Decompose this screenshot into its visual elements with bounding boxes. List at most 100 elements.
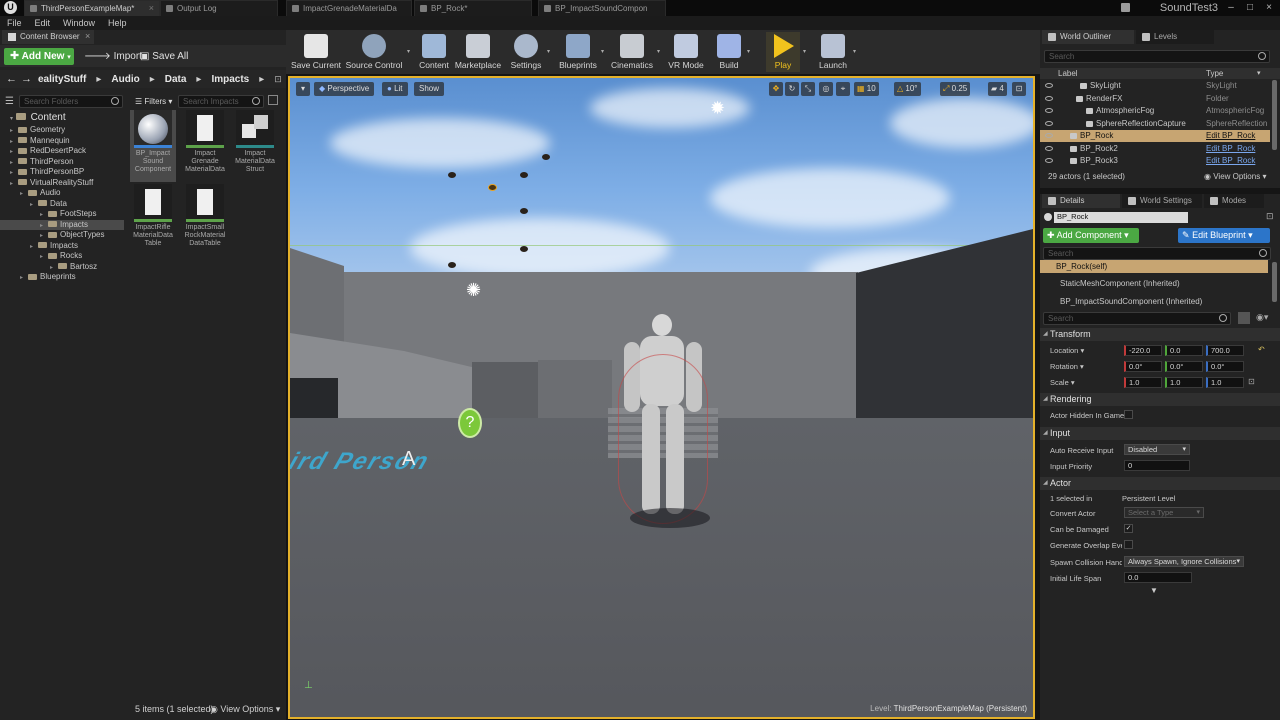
outliner-row[interactable]: RenderFX Folder: [1040, 93, 1270, 105]
build-button[interactable]: Build ▾: [714, 32, 750, 72]
scale-snap-button[interactable]: ⤢ 0.25: [940, 82, 971, 96]
tree-folder[interactable]: ▸ Audio: [0, 188, 124, 199]
perspective-button[interactable]: ◆ Perspective: [314, 82, 375, 96]
reset-icon[interactable]: ↶: [1258, 345, 1265, 354]
tree-folder[interactable]: ▸ Impacts: [0, 241, 124, 252]
tab-bp-rock[interactable]: BP_Rock*: [414, 0, 532, 16]
rotation-y-field[interactable]: 0.0°: [1165, 361, 1203, 372]
actor-name-field[interactable]: BP_Rock: [1054, 212, 1188, 223]
forward-arrow-icon[interactable]: →: [21, 73, 32, 85]
component-static-mesh[interactable]: StaticMeshComponent (Inherited): [1040, 276, 1268, 291]
world-outliner-tab[interactable]: World Outliner: [1042, 30, 1134, 44]
scale-y-field[interactable]: 1.0: [1165, 377, 1203, 388]
eye-icon[interactable]: [1045, 158, 1053, 163]
eye-icon[interactable]: [1045, 83, 1053, 88]
tree-root-content[interactable]: ▾ Content: [10, 112, 66, 123]
tree-folder[interactable]: ▸ FootSteps: [0, 209, 124, 220]
tree-folder[interactable]: ▸ Impacts: [0, 219, 124, 230]
component-search-input[interactable]: Search: [1043, 247, 1271, 260]
advanced-expand-icon[interactable]: ▼: [1150, 586, 1158, 595]
filters-button[interactable]: ☰ Filters ▾: [135, 95, 175, 108]
add-new-button[interactable]: ✚ Add New ▾: [4, 48, 74, 65]
minimize-icon[interactable]: –: [1222, 0, 1240, 16]
content-browser-tab[interactable]: Content Browser: [2, 30, 94, 44]
source-control-status-icon[interactable]: [1121, 3, 1130, 12]
rotation-z-field[interactable]: 0.0°: [1206, 361, 1244, 372]
scale-label[interactable]: Scale ▾: [1050, 378, 1075, 387]
import-button[interactable]: 🡒 Import: [84, 48, 142, 65]
view-toggle-icon[interactable]: [268, 95, 278, 105]
outliner-row[interactable]: BP_Rock2 Edit BP_Rock: [1040, 143, 1270, 155]
maximize-viewport-icon[interactable]: ⊡: [1012, 82, 1026, 96]
menu-edit[interactable]: Edit: [35, 18, 51, 28]
surface-snap-icon[interactable]: ⌖: [836, 82, 850, 96]
sky-light-icon[interactable]: ✺: [466, 280, 496, 310]
tree-folder[interactable]: ▸ Geometry: [0, 125, 124, 136]
lock-icon[interactable]: ⊡: [274, 74, 282, 85]
convert-actor-dropdown[interactable]: Select a Type: [1124, 507, 1204, 518]
tree-folder[interactable]: ▸ ObjectTypes: [0, 230, 124, 241]
spawn-collision-dropdown[interactable]: Always Spawn, Ignore Collisions: [1124, 556, 1244, 567]
chevron-right-icon[interactable]: ▸: [20, 273, 28, 284]
asset-bp-impact-sound-component[interactable]: BP_Impact Sound Component: [130, 110, 176, 182]
chevron-down-icon[interactable]: ▾: [601, 48, 604, 55]
auto-receive-dropdown[interactable]: Disabled: [1124, 444, 1190, 455]
settings-button[interactable]: Settings ▾: [508, 32, 550, 72]
rock-actor[interactable]: [448, 262, 456, 268]
tab-impact-grenade[interactable]: ImpactGrenadeMaterialDa: [286, 0, 412, 16]
search-impacts-input[interactable]: Search Impacts: [178, 95, 264, 108]
level-viewport[interactable]: ird Person ✹ ✺ ? A ▾ ◆ Perspective ● Lit…: [288, 76, 1035, 719]
rock-actor[interactable]: [520, 208, 528, 214]
tree-folder[interactable]: ▸ Data: [0, 199, 124, 210]
translate-tool-icon[interactable]: ✥: [769, 82, 783, 96]
column-type[interactable]: Type: [1206, 68, 1223, 79]
menu-file[interactable]: File: [7, 18, 22, 28]
cinematics-button[interactable]: Cinematics ▾: [610, 32, 660, 72]
can-be-damaged-checkbox[interactable]: ✓: [1124, 524, 1133, 533]
section-actor[interactable]: Actor: [1040, 477, 1280, 490]
scale-tool-icon[interactable]: ⤡: [801, 82, 815, 96]
outliner-row[interactable]: SkyLight SkyLight: [1040, 80, 1270, 92]
edit-blueprint-button[interactable]: ✎ Edit Blueprint ▾: [1178, 228, 1270, 243]
tree-folder[interactable]: ▸ VirtualRealityStuff: [0, 178, 124, 189]
tree-folder[interactable]: ▸ Bartosz: [0, 262, 124, 273]
initial-life-span-field[interactable]: 0.0: [1124, 572, 1192, 583]
camera-speed-button[interactable]: ▰ 4: [988, 82, 1007, 96]
close-icon[interactable]: ×: [149, 1, 154, 16]
outliner-row[interactable]: SphereReflectionCapture SphereReflection: [1040, 118, 1270, 130]
tree-folder[interactable]: ▸ ThirdPersonBP: [0, 167, 124, 178]
scale-x-field[interactable]: 1.0: [1124, 377, 1162, 388]
actor-type[interactable]: Edit BP_Rock: [1206, 143, 1255, 155]
outliner-row[interactable]: AtmosphericFog AtmosphericFog: [1040, 105, 1270, 117]
menu-help[interactable]: Help: [108, 18, 127, 28]
tab-bp-impact-sound[interactable]: BP_ImpactSoundCompon: [538, 0, 666, 16]
world-space-icon[interactable]: ◎: [819, 82, 833, 96]
view-options-button[interactable]: ◉ View Options ▾: [210, 704, 280, 715]
breadcrumb-seg[interactable]: Impacts: [211, 74, 249, 85]
chevron-down-icon[interactable]: ▾: [747, 48, 750, 55]
world-settings-tab[interactable]: World Settings: [1122, 194, 1202, 208]
rotation-snap-button[interactable]: △ 10°: [894, 82, 921, 96]
location-y-field[interactable]: 0.0: [1165, 345, 1203, 356]
rock-actor[interactable]: [448, 172, 456, 178]
tab-level[interactable]: ThirdPersonExampleMap* ×: [24, 0, 160, 16]
play-button[interactable]: Play ▾: [766, 32, 806, 72]
eye-icon[interactable]: [1045, 133, 1053, 138]
location-x-field[interactable]: -220.0: [1124, 345, 1162, 356]
chevron-down-icon[interactable]: ▾: [657, 48, 660, 55]
asset-impact-grenade-materialdata[interactable]: Impact Grenade MaterialData: [182, 110, 228, 174]
eye-icon[interactable]: [1045, 145, 1053, 151]
rock-actor[interactable]: [542, 154, 550, 160]
section-input[interactable]: Input: [1040, 427, 1280, 440]
component-impact-sound[interactable]: BP_ImpactSoundComponent (Inherited): [1040, 294, 1268, 309]
breadcrumb-seg[interactable]: Audio: [111, 74, 139, 85]
eye-icon[interactable]: [1045, 95, 1053, 101]
column-label[interactable]: Label: [1058, 68, 1078, 79]
view-mode-button[interactable]: ● Lit: [382, 82, 408, 96]
asset-impactrifle-materialdata-table[interactable]: ImpactRifle MaterialData Table: [130, 184, 176, 248]
launch-button[interactable]: Launch ▾: [816, 32, 856, 72]
chevron-down-icon[interactable]: ▾: [803, 48, 806, 55]
lock-icon[interactable]: ⊡: [1248, 377, 1255, 386]
back-arrow-icon[interactable]: ←: [6, 73, 17, 85]
generate-overlap-checkbox[interactable]: [1124, 540, 1133, 549]
